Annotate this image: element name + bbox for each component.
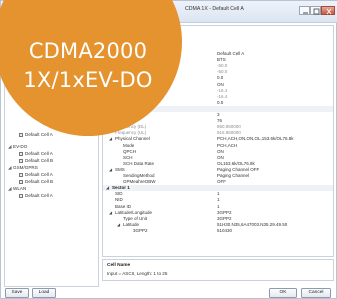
tree-item[interactable]: Default Cell A [19, 171, 53, 178]
tree-item-label: Default Cell A [25, 132, 53, 137]
tree-item-label: Default Cell B [25, 158, 54, 163]
property-name: 3GPP2 [133, 227, 148, 233]
close-icon [326, 8, 332, 15]
grid-row[interactable]: 3GPP2 510430 [103, 227, 333, 234]
tree-item-label: Default Cell A [25, 151, 53, 156]
tree-item[interactable]: Default Cell A [19, 131, 53, 138]
property-value[interactable]: 510430 [217, 228, 232, 234]
maximize-button[interactable] [310, 6, 321, 15]
description-title: Cell Name [107, 263, 131, 268]
minimize-button[interactable] [299, 6, 310, 15]
cell-icon [19, 179, 23, 184]
badge-title: CDMA2000 [28, 39, 148, 63]
badge-subtitle: 1X/1xEV-DO [23, 68, 153, 92]
cell-icon [19, 132, 23, 137]
description-panel: Cell Name Input = ASCII, Length: 1 to 25 [102, 259, 334, 281]
tree-item[interactable]: Default Cell B [19, 178, 53, 185]
cell-icon [19, 151, 23, 156]
tree-item-label: WLAN [13, 186, 27, 191]
tree-item-label: Default Cell A [25, 193, 53, 198]
tree-item[interactable]: ◢GSM/GPRS [8, 164, 38, 171]
tree-item[interactable]: ◢EV-DO [8, 143, 27, 150]
tree-item-label: GSM/GPRS [13, 165, 38, 170]
cell-icon [19, 172, 23, 177]
window-title: CDMA 1X - Default Cell A [185, 6, 244, 12]
cell-icon [19, 158, 23, 163]
tree-item-label: EV-DO [13, 144, 28, 149]
tree-item[interactable]: Default Cell A [19, 150, 53, 157]
cancel-button[interactable]: Cancel [301, 288, 331, 298]
tree-item[interactable]: Default Cell A [19, 192, 53, 199]
save-button[interactable]: Save [5, 288, 29, 298]
tree-item[interactable]: ◢WLAN [8, 185, 26, 192]
tree-item-label: Default Cell B [25, 179, 54, 184]
description-text: Input = ASCII, Length: 1 to 25 [107, 271, 168, 276]
load-button[interactable]: Load [32, 288, 56, 298]
tree-item[interactable]: Default Cell B [19, 157, 53, 164]
ok-button[interactable]: OK [269, 288, 297, 298]
cell-icon [19, 193, 23, 198]
tree-item-label: Default Cell A [25, 172, 53, 177]
close-button[interactable] [321, 6, 335, 15]
